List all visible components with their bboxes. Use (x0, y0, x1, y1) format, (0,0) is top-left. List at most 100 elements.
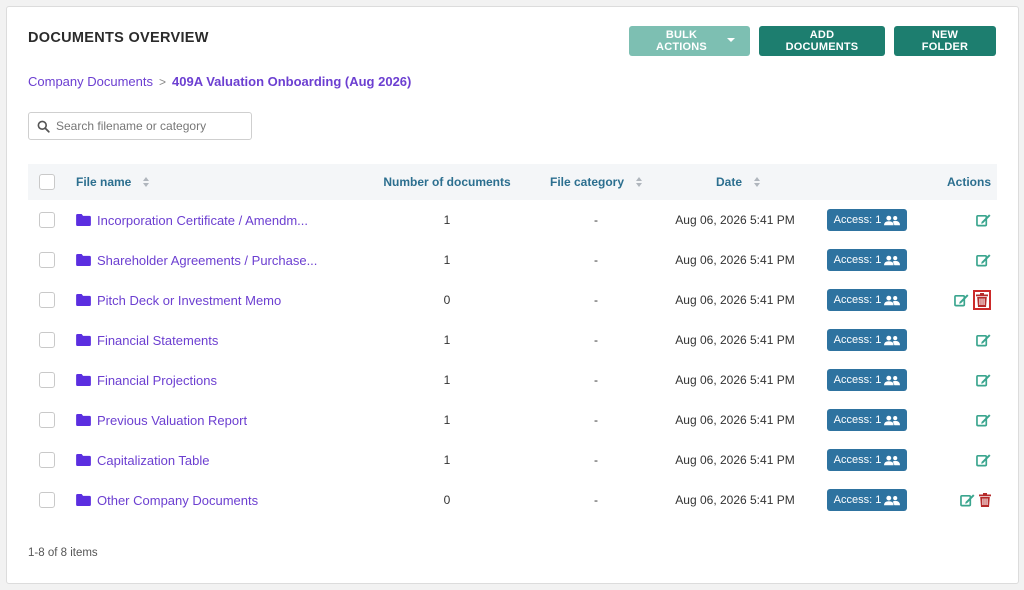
documents-card: DOCUMENTS OVERVIEW BULK ACTIONS ADD DOCU… (6, 6, 1019, 584)
file-name-link[interactable]: Pitch Deck or Investment Memo (97, 293, 281, 308)
row-checkbox[interactable] (39, 372, 55, 388)
access-cell: Access: 1 (827, 329, 907, 351)
row-checkbox[interactable] (39, 332, 55, 348)
file-category: - (594, 253, 598, 267)
sort-icon (143, 177, 150, 187)
row-actions (976, 453, 991, 467)
access-label: Access: 1 (833, 254, 882, 266)
access-button[interactable]: Access: 1 (827, 489, 907, 511)
file-name-link[interactable]: Other Company Documents (97, 493, 258, 508)
users-icon (884, 255, 901, 266)
users-icon (884, 375, 901, 386)
access-button[interactable]: Access: 1 (827, 249, 907, 271)
sort-icon (754, 177, 760, 187)
file-category: - (594, 493, 598, 507)
file-name-cell: Incorporation Certificate / Amendm... (76, 213, 308, 228)
users-icon (884, 495, 901, 506)
search-input[interactable] (56, 119, 236, 133)
access-label: Access: 1 (833, 454, 882, 466)
column-header-category[interactable]: File category (546, 175, 646, 189)
file-name-link[interactable]: Capitalization Table (97, 453, 210, 468)
edit-icon[interactable] (976, 333, 991, 347)
access-button[interactable]: Access: 1 (827, 329, 907, 351)
access-button[interactable]: Access: 1 (827, 409, 907, 431)
bulk-actions-button[interactable]: BULK ACTIONS (629, 26, 750, 56)
row-checkbox[interactable] (39, 252, 55, 268)
file-name-cell: Previous Valuation Report (76, 413, 247, 428)
document-count: 0 (443, 293, 451, 307)
file-category: - (594, 413, 598, 427)
bulk-actions-label: BULK ACTIONS (656, 29, 707, 53)
trash-icon[interactable] (973, 290, 991, 310)
file-name-link[interactable]: Previous Valuation Report (97, 413, 247, 428)
file-name-cell: Shareholder Agreements / Purchase... (76, 253, 317, 268)
users-icon (884, 335, 901, 346)
document-count: 1 (443, 333, 451, 347)
file-name-link[interactable]: Shareholder Agreements / Purchase... (97, 253, 317, 268)
column-header-date[interactable]: Date (698, 175, 778, 189)
edit-icon[interactable] (954, 293, 969, 307)
access-label: Access: 1 (833, 414, 882, 426)
access-label: Access: 1 (833, 374, 882, 386)
trash-icon[interactable] (979, 493, 991, 507)
edit-icon[interactable] (960, 493, 975, 507)
select-all-checkbox[interactable] (39, 174, 55, 190)
table-row: Other Company Documents 0 - Aug 06, 2026 5:… (28, 480, 997, 520)
folder-icon (76, 414, 91, 426)
file-name-cell: Financial Statements (76, 333, 218, 348)
folder-icon (76, 294, 91, 306)
document-count: 0 (443, 493, 451, 507)
folder-icon (76, 214, 91, 226)
access-label: Access: 1 (833, 334, 882, 346)
file-name-cell: Capitalization Table (76, 453, 210, 468)
breadcrumb-root-link[interactable]: Company Documents (28, 74, 153, 89)
column-header-file-name[interactable]: File name (76, 175, 150, 189)
row-actions (960, 493, 991, 507)
new-folder-button[interactable]: NEW FOLDER (894, 26, 996, 56)
toolbar: BULK ACTIONS ADD DOCUMENTS NEW FOLDER (629, 26, 996, 56)
access-cell: Access: 1 (827, 409, 907, 431)
table-row: Pitch Deck or Investment Memo 0 - Aug 06, 2… (28, 280, 997, 320)
file-name-link[interactable]: Financial Statements (97, 333, 218, 348)
edit-icon[interactable] (976, 413, 991, 427)
table-header: File name Number of documents File categ… (28, 164, 997, 200)
add-documents-button[interactable]: ADD DOCUMENTS (759, 26, 885, 56)
access-button[interactable]: Access: 1 (827, 289, 907, 311)
search-box (28, 112, 252, 140)
row-checkbox[interactable] (39, 292, 55, 308)
file-category: - (594, 333, 598, 347)
search-icon (37, 120, 50, 133)
file-name-cell: Other Company Documents (76, 493, 258, 508)
access-cell: Access: 1 (827, 449, 907, 471)
document-count: 1 (443, 453, 451, 467)
table-body: Incorporation Certificate / Amendm... 1 - A… (28, 200, 997, 520)
document-count: 1 (443, 213, 451, 227)
edit-icon[interactable] (976, 453, 991, 467)
file-name-link[interactable]: Incorporation Certificate / Amendm... (97, 213, 308, 228)
access-cell: Access: 1 (827, 489, 907, 511)
table-row: Capitalization Table 1 - Aug 06, 2026 5:41 … (28, 440, 997, 480)
edit-icon[interactable] (976, 213, 991, 227)
access-cell: Access: 1 (827, 249, 907, 271)
file-name-cell: Pitch Deck or Investment Memo (76, 293, 281, 308)
row-checkbox[interactable] (39, 492, 55, 508)
row-actions (954, 290, 991, 310)
access-label: Access: 1 (833, 294, 882, 306)
edit-icon[interactable] (976, 373, 991, 387)
page-title: DOCUMENTS OVERVIEW (28, 30, 209, 46)
document-count: 1 (443, 373, 451, 387)
row-actions (976, 253, 991, 267)
row-actions (976, 213, 991, 227)
row-actions (976, 373, 991, 387)
row-checkbox[interactable] (39, 412, 55, 428)
file-name-link[interactable]: Financial Projections (97, 373, 217, 388)
file-date: Aug 06, 2026 5:41 PM (675, 413, 795, 427)
access-button[interactable]: Access: 1 (827, 449, 907, 471)
table-row: Shareholder Agreements / Purchase... 1 - Au… (28, 240, 997, 280)
row-checkbox[interactable] (39, 452, 55, 468)
edit-icon[interactable] (976, 253, 991, 267)
access-button[interactable]: Access: 1 (827, 369, 907, 391)
folder-icon (76, 374, 91, 386)
row-checkbox[interactable] (39, 212, 55, 228)
access-button[interactable]: Access: 1 (827, 209, 907, 231)
